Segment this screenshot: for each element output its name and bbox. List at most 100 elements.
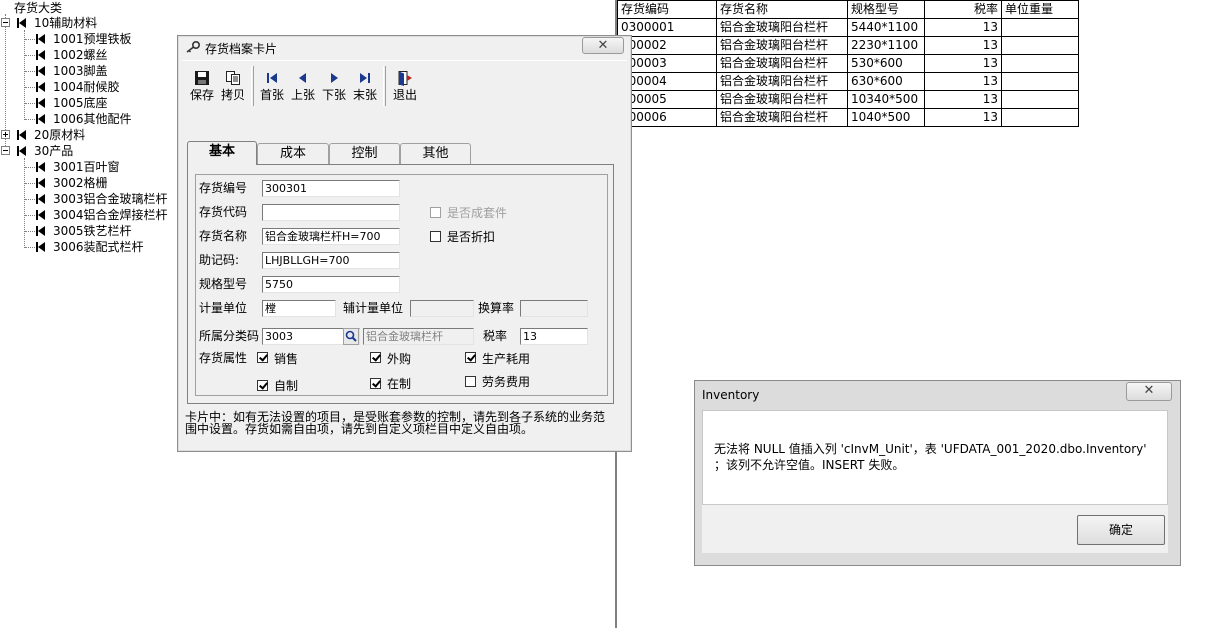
table-row[interactable]: 300005 铝合金玻璃阳台栏杆 10340*500 13 (617, 90, 1079, 109)
exit-button[interactable]: 退出 (389, 66, 421, 106)
first-button[interactable]: 首张 (257, 66, 287, 106)
grid-cell[interactable] (1001, 36, 1079, 55)
grid-cell[interactable]: 0300001 (617, 18, 717, 37)
tree-node-3003[interactable]: 3003铝合金玻璃栏杆 (0, 191, 175, 207)
tree-node-30[interactable]: 30产品 (0, 143, 175, 159)
grid-cell[interactable]: 5440*1100 (847, 18, 925, 37)
tree-node-1003[interactable]: 1003脚盖 (0, 63, 175, 79)
tree-node-1004[interactable]: 1004耐候胶 (0, 79, 175, 95)
kit-label: 是否成套件 (447, 206, 508, 220)
grid-cell[interactable]: 10340*500 (847, 90, 925, 109)
grid-cell[interactable]: 铝合金玻璃阳台栏杆 (716, 18, 848, 37)
grid-cell[interactable]: 铝合金玻璃阳台栏杆 (716, 36, 848, 55)
table-row[interactable]: 300006 铝合金玻璃阳台栏杆 1040*500 13 (617, 108, 1079, 127)
tree-node-1006[interactable]: 1006其他配件 (0, 111, 175, 127)
card-title-bar[interactable]: 存货档案卡片 ✕ (178, 36, 631, 60)
spec-input[interactable]: 5750 (262, 276, 400, 293)
grid-cell[interactable]: 530*600 (847, 54, 925, 73)
grid-cell[interactable]: 630*600 (847, 72, 925, 91)
grid-cell[interactable]: 300006 (617, 108, 717, 127)
ok-button[interactable]: 确定 (1077, 515, 1165, 545)
prev-button[interactable]: 上张 (288, 66, 318, 106)
save-button[interactable]: 保存 (187, 66, 217, 106)
grid-header-spec[interactable]: 规格型号 (847, 0, 925, 19)
tree-node-3006[interactable]: 3006装配式栏杆 (0, 239, 175, 255)
aux-unit-input[interactable] (410, 300, 474, 317)
grid-cell[interactable]: 13 (924, 36, 1002, 55)
grid-cell[interactable]: 300003 (617, 54, 717, 73)
grid-header-name[interactable]: 存货名称 (716, 0, 848, 19)
expand-icon[interactable] (1, 130, 10, 139)
grid-cell[interactable]: 13 (924, 90, 1002, 109)
tree-node-label: 30产品 (34, 144, 74, 158)
tax-input[interactable]: 13 (520, 328, 588, 345)
table-row[interactable]: 0300001 铝合金玻璃阳台栏杆 5440*1100 13 (617, 18, 1079, 37)
self-made-checkbox[interactable] (257, 380, 268, 391)
grid-cell[interactable]: 300002 (617, 36, 717, 55)
tree-node-3004[interactable]: 3004铝合金焊接栏杆 (0, 207, 175, 223)
tree-node-3005[interactable]: 3005铁艺栏杆 (0, 223, 175, 239)
wip-checkbox[interactable] (370, 378, 381, 389)
discount-checkbox[interactable] (430, 231, 441, 242)
grid-cell[interactable]: 铝合金玻璃阳台栏杆 (716, 108, 848, 127)
grid-cell[interactable] (1001, 90, 1079, 109)
grid-cell[interactable]: 铝合金玻璃阳台栏杆 (716, 54, 848, 73)
grid-header-code[interactable]: 存货编码 (617, 0, 717, 19)
table-row[interactable]: 300003 铝合金玻璃阳台栏杆 530*600 13 (617, 54, 1079, 73)
kit-checkbox[interactable] (430, 207, 441, 218)
code-input[interactable]: 300301 (262, 180, 400, 197)
collapse-icon[interactable] (1, 146, 10, 155)
dialog-close-button[interactable]: ✕ (1126, 382, 1172, 401)
basic-fields-group: 存货编号 300301 存货代码 是否成套件 存货名称 铝合金玻璃栏杆H=700… (195, 174, 608, 396)
grid-cell[interactable] (1001, 18, 1079, 37)
grid-header-weight[interactable]: 单位重量 (1001, 0, 1079, 19)
table-row[interactable]: 300002 铝合金玻璃阳台栏杆 2230*1100 13 (617, 36, 1079, 55)
tree-node-1001[interactable]: 1001预埋铁板 (0, 31, 175, 47)
grid-cell[interactable] (1001, 72, 1079, 91)
grid-cell[interactable]: 2230*1100 (847, 36, 925, 55)
tab-basic[interactable]: 基本 (187, 141, 257, 165)
grid-cell[interactable]: 300005 (617, 90, 717, 109)
grid-cell[interactable] (1001, 108, 1079, 127)
mnemonic-input[interactable]: LHJBLLGH=700 (262, 252, 400, 269)
inventory-grid: 存货编码 存货名称 规格型号 税率 单位重量 0300001 铝合金玻璃阳台栏杆… (617, 0, 1079, 127)
tab-control[interactable]: 控制 (329, 143, 400, 164)
tree-node-10[interactable]: 10辅助材料 (0, 15, 175, 31)
grid-cell[interactable]: 300004 (617, 72, 717, 91)
grid-cell[interactable] (1001, 54, 1079, 73)
unit-input[interactable]: 樘 (262, 300, 336, 317)
production-checkbox[interactable] (465, 352, 476, 363)
tree-node-20[interactable]: 20原材料 (0, 127, 175, 143)
tab-other[interactable]: 其他 (400, 143, 471, 164)
next-label: 下张 (321, 88, 346, 102)
table-row[interactable]: 300004 铝合金玻璃阳台栏杆 630*600 13 (617, 72, 1079, 91)
grid-cell[interactable]: 13 (924, 54, 1002, 73)
grid-cell[interactable]: 13 (924, 72, 1002, 91)
next-button[interactable]: 下张 (319, 66, 349, 106)
grid-cell[interactable]: 13 (924, 18, 1002, 37)
card-close-button[interactable]: ✕ (582, 37, 624, 54)
tree-node-1002[interactable]: 1002螺丝 (0, 47, 175, 63)
conversion-rate-input[interactable] (520, 300, 588, 317)
tree-node-3002[interactable]: 3002格栅 (0, 175, 175, 191)
grid-cell[interactable]: 铝合金玻璃阳台栏杆 (716, 90, 848, 109)
grid-cell[interactable]: 13 (924, 108, 1002, 127)
name-label: 存货名称 (199, 229, 248, 243)
grid-cell[interactable]: 1040*500 (847, 108, 925, 127)
grid-header-tax[interactable]: 税率 (924, 0, 1002, 19)
category-lookup-button[interactable] (343, 328, 359, 345)
tree-node-3001[interactable]: 3001百叶窗 (0, 159, 175, 175)
alias-input[interactable] (262, 204, 400, 221)
tree-node-label: 3004铝合金焊接栏杆 (53, 208, 168, 222)
tree-node-1005[interactable]: 1005底座 (0, 95, 175, 111)
grid-cell[interactable]: 铝合金玻璃阳台栏杆 (716, 72, 848, 91)
name-input[interactable]: 铝合金玻璃栏杆H=700 (262, 228, 400, 245)
last-button[interactable]: 末张 (350, 66, 380, 106)
tab-cost[interactable]: 成本 (257, 143, 329, 164)
service-checkbox[interactable] (465, 376, 476, 387)
purchase-checkbox[interactable] (370, 352, 381, 363)
sale-checkbox[interactable] (257, 352, 268, 363)
collapse-icon[interactable] (1, 18, 10, 27)
copy-button[interactable]: 拷贝 (218, 66, 248, 106)
category-name-display: 铝合金玻璃栏杆 (363, 328, 474, 345)
